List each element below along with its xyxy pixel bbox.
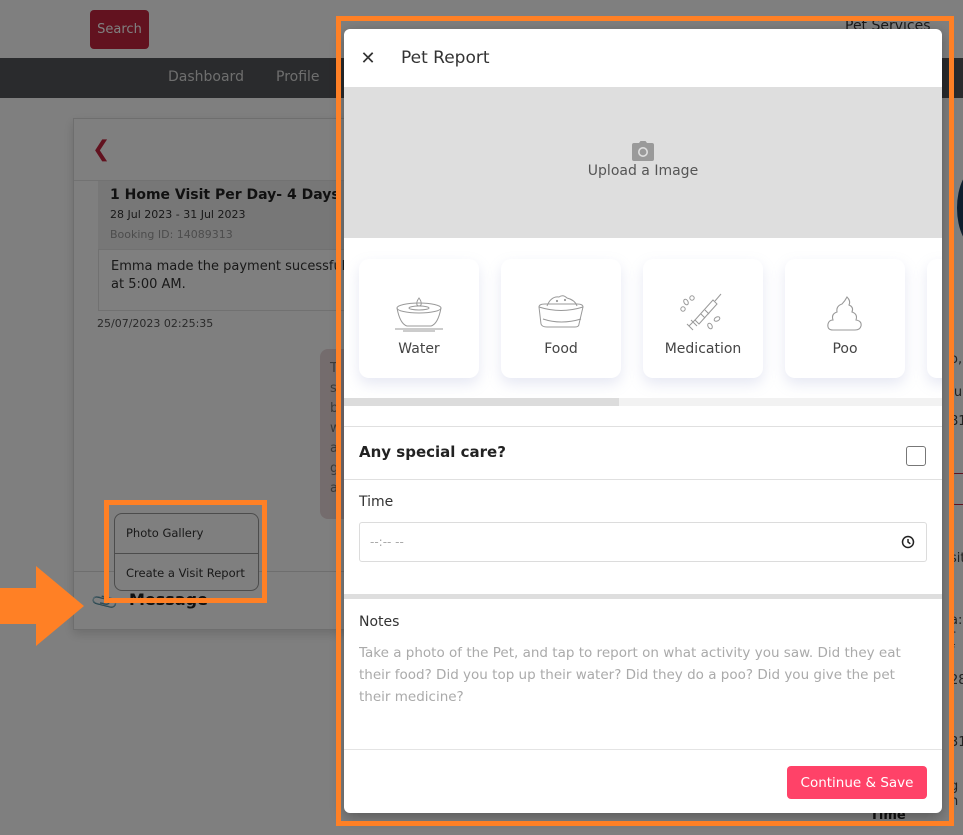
notes-textarea[interactable]	[359, 642, 929, 742]
pet-report-modal: ✕ Pet Report Upload a Image Water Food M…	[344, 29, 942, 813]
upload-image-area[interactable]: Upload a Image	[344, 87, 942, 238]
notes-section: Notes	[344, 599, 942, 750]
close-icon[interactable]: ✕	[360, 48, 376, 69]
activity-card-medication[interactable]: Medication	[643, 259, 763, 378]
activity-label: Food	[544, 341, 578, 357]
upload-label: Upload a Image	[587, 162, 699, 179]
activity-scrollbar-thumb[interactable]	[344, 398, 620, 406]
time-input[interactable]: --:-- --	[359, 522, 927, 562]
time-label: Time	[359, 494, 394, 510]
time-section: Time --:-- --	[344, 479, 942, 594]
activity-label: Medication	[664, 341, 742, 357]
syringe-pills-icon	[680, 293, 722, 331]
activity-card-water[interactable]: Water	[359, 259, 479, 378]
activity-card-food[interactable]: Food	[501, 259, 621, 378]
activity-card-poo[interactable]: Poo	[785, 259, 905, 378]
modal-title: Pet Report	[401, 48, 490, 68]
continue-save-button[interactable]: Continue & Save	[787, 766, 927, 799]
camera-icon	[632, 140, 654, 161]
clock-icon[interactable]	[901, 535, 915, 549]
special-care-label: Any special care?	[359, 443, 506, 461]
time-placeholder: --:-- --	[370, 535, 404, 549]
activity-carousel: Water Food Medication Poo	[344, 238, 942, 406]
special-care-checkbox[interactable]	[906, 446, 926, 466]
water-bowl-icon	[395, 297, 443, 332]
special-care-row: Any special care?	[344, 426, 942, 479]
poo-icon	[827, 296, 862, 331]
activity-card-partial[interactable]	[927, 259, 942, 378]
activity-label: Poo	[832, 341, 858, 357]
activity-label: Water	[398, 341, 440, 357]
activity-scrollbar[interactable]	[344, 398, 942, 406]
modal-header: ✕ Pet Report	[344, 29, 942, 87]
modal-footer: Continue & Save	[344, 750, 942, 813]
food-bowl-icon	[538, 295, 584, 328]
notes-label: Notes	[359, 614, 400, 630]
